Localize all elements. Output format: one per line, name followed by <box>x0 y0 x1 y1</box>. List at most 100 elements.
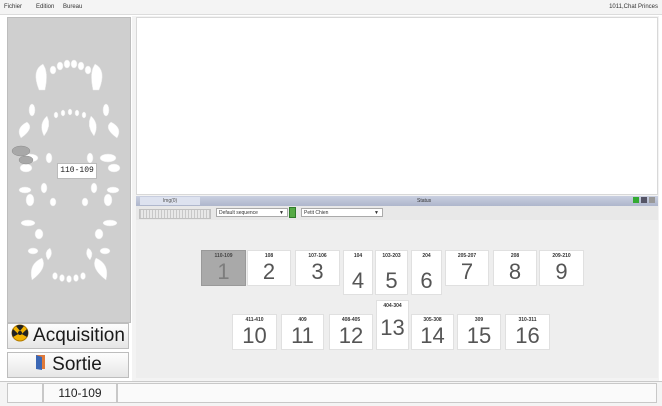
tooth-lower <box>40 182 48 194</box>
acquisition-button[interactable]: Acquisition <box>7 323 129 349</box>
bottom-status-bar: 110-109 <box>0 381 662 406</box>
tooth-premolar <box>28 103 36 117</box>
tooth-molar-upper-right <box>107 121 120 139</box>
menu-bureau[interactable]: Bureau <box>63 4 82 10</box>
tooth-molar-upper-left <box>18 121 31 139</box>
tooth-lower <box>103 193 113 207</box>
tooth-inner <box>74 109 80 117</box>
sortie-button[interactable]: Sortie <box>7 352 129 378</box>
tile-5[interactable]: 103-203 5 <box>375 250 408 295</box>
tile-number: 9 <box>555 259 568 284</box>
tile-area: 110-109 1 108 2 107-106 3 104 4 103-203 … <box>136 220 658 378</box>
tile-number: 7 <box>460 259 474 284</box>
tooth-inner <box>53 111 59 119</box>
tile-number: 8 <box>508 259 522 284</box>
tile-number: 14 <box>420 323 445 348</box>
image-viewer[interactable] <box>136 17 658 195</box>
image-tab[interactable]: Img(0) <box>140 197 200 205</box>
tooth-inner-right <box>88 115 97 137</box>
tile-10[interactable]: 411-410 10 <box>232 314 277 350</box>
tooth-incisor-lower <box>52 272 58 280</box>
tile-12[interactable]: 408-405 12 <box>329 314 373 350</box>
tile-7[interactable]: 205-207 7 <box>445 250 489 286</box>
tooth-premolar <box>99 153 117 163</box>
tooth-inner <box>60 109 66 117</box>
tooth-lower <box>34 228 44 240</box>
tooth-lower <box>90 182 98 194</box>
tooth-incisor <box>84 65 92 75</box>
sequence-dropdown[interactable]: Default sequence ▼ <box>216 208 288 217</box>
radiation-icon <box>11 324 29 348</box>
tooth-inner <box>86 152 94 164</box>
tooth-inner <box>45 152 53 164</box>
tooth-incisor <box>70 59 78 69</box>
tooth-canine-lower-right <box>94 257 108 281</box>
tile-6[interactable]: 204 6 <box>411 250 442 295</box>
tile-label: 204 <box>422 253 431 259</box>
tile-15[interactable]: 309 15 <box>457 314 501 350</box>
tile-13[interactable]: 404-304 13 <box>376 300 409 350</box>
tile-1[interactable]: 110-109 1 <box>201 250 246 286</box>
tooth-incisor-lower <box>59 274 65 282</box>
tile-number: 12 <box>338 323 364 348</box>
status-controls <box>633 197 655 203</box>
tooth-lower <box>18 186 32 194</box>
sequence-go-button[interactable] <box>289 207 296 218</box>
tile-2[interactable]: 108 2 <box>247 250 291 286</box>
menu-fichier[interactable]: Fichier <box>4 4 22 10</box>
tooth-canine-lower-left <box>30 257 44 281</box>
tile-14[interactable]: 305-308 14 <box>411 314 454 350</box>
tooth-canine-upper-right <box>91 63 103 91</box>
status-bar: Img(0) Status <box>136 196 658 206</box>
tile-label: 404-304 <box>383 303 402 309</box>
tooth-lower <box>106 186 120 194</box>
menu-bar: Fichier Edition Bureau 1011,Chat Princes <box>0 0 662 15</box>
exit-door-icon <box>34 353 48 377</box>
bottom-info-cell <box>117 383 657 403</box>
tile-number: 16 <box>515 323 540 348</box>
selected-tooth-label: 110-109 <box>57 163 97 179</box>
tile-number: 5 <box>385 268 398 293</box>
tooth-lower <box>102 219 118 227</box>
tooth-incisor-lower <box>73 274 79 282</box>
mode-dropdown[interactable]: Petit Chien ▼ <box>301 208 383 217</box>
tile-label: 104 <box>353 253 363 259</box>
tile-9[interactable]: 209-210 9 <box>539 250 584 286</box>
tooth-inner-left <box>41 115 50 137</box>
tooth-lower <box>99 247 111 255</box>
tile-number: 11 <box>291 323 314 348</box>
sequence-toolbar: Default sequence ▼ Petit Chien ▼ <box>136 206 658 220</box>
tile-8[interactable]: 208 8 <box>493 250 537 286</box>
tooth-lower <box>20 219 36 227</box>
menu-edition[interactable]: Edition <box>36 4 54 10</box>
tooth-incisor <box>63 59 71 69</box>
dropdown-arrow-icon: ▼ <box>374 210 379 216</box>
tile-number: 6 <box>420 268 433 293</box>
tile-16[interactable]: 310-311 16 <box>505 314 550 350</box>
tile-11[interactable]: 409 11 <box>281 314 324 350</box>
tile-number: 10 <box>242 323 267 348</box>
green-indicator-icon[interactable] <box>633 197 639 203</box>
tooth-inner <box>67 108 73 116</box>
tooth-selected <box>18 155 34 165</box>
current-tooth-display: 110-109 <box>43 383 117 403</box>
pin-icon[interactable] <box>641 197 647 203</box>
timeline-ruler[interactable] <box>139 209 211 219</box>
tooth-lower <box>25 193 35 207</box>
tooth-incisor <box>56 61 64 71</box>
settings-icon[interactable] <box>649 197 655 203</box>
tooth-selected <box>11 145 31 157</box>
tooth-incisor <box>49 65 57 75</box>
tile-3[interactable]: 107-106 3 <box>295 250 340 286</box>
tile-number: 4 <box>351 268 365 293</box>
sequence-value: Default sequence <box>219 210 258 216</box>
patient-name: 1011,Chat Princes <box>609 4 658 10</box>
tile-number: 2 <box>262 259 276 284</box>
tooth-incisor-lower <box>80 272 86 280</box>
tooth-lower <box>94 228 104 240</box>
tooth-incisor <box>77 61 85 71</box>
tooth-canine-lower-mid-left <box>45 247 52 261</box>
dropdown-arrow-icon: ▼ <box>279 210 284 216</box>
tile-4[interactable]: 104 4 <box>343 250 373 295</box>
status-title: Status <box>417 198 432 204</box>
